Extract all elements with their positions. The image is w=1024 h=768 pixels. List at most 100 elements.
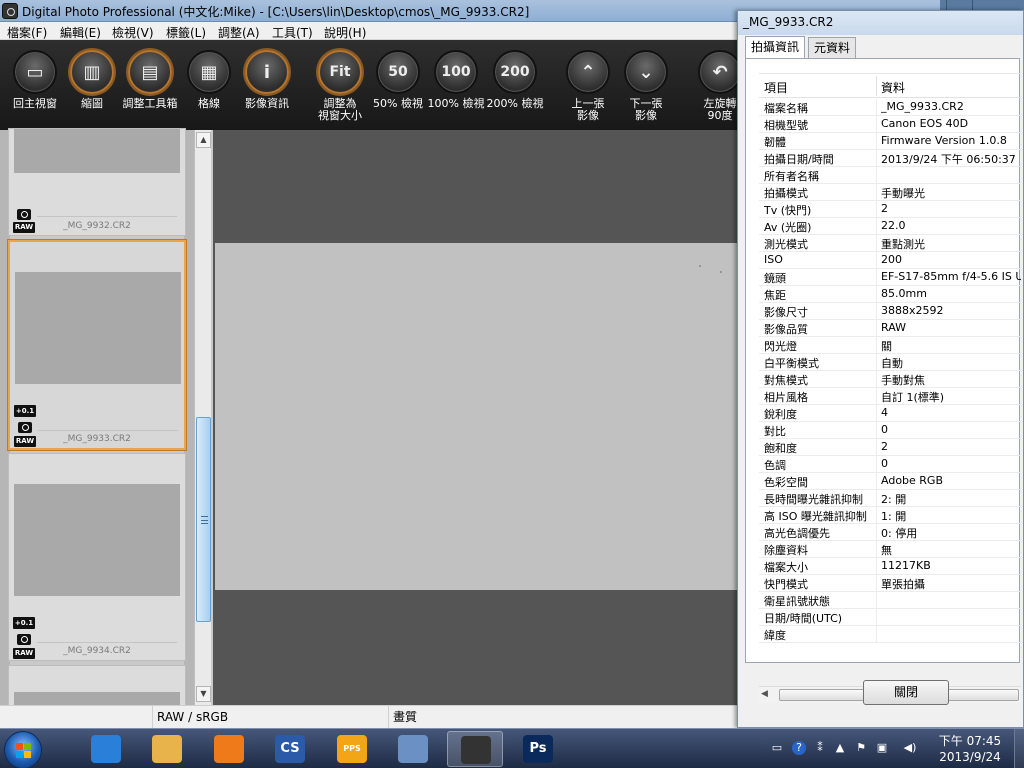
info-row[interactable]: 高 ISO 曝光雜訊抑制 1: 開 bbox=[759, 507, 1021, 524]
info-row[interactable]: 檔案大小 11217KB bbox=[759, 558, 1021, 575]
column-separator bbox=[876, 354, 877, 371]
info-row[interactable]: Av (光圈) 22.0 bbox=[759, 218, 1021, 235]
info-row[interactable]: 韌體 Firmware Version 1.0.8 bbox=[759, 133, 1021, 150]
thumbnail-image[interactable] bbox=[14, 484, 180, 596]
icon-glyph: 50 bbox=[388, 64, 408, 80]
help-icon[interactable]: ? bbox=[792, 741, 806, 755]
info-row[interactable]: 高光色調優先 0: 停用 bbox=[759, 524, 1021, 541]
preview-image[interactable] bbox=[215, 243, 740, 590]
image-viewer[interactable] bbox=[213, 130, 740, 705]
toolbar-button-next-image[interactable]: ⌄ 下一張 影像 bbox=[617, 50, 675, 122]
info-row[interactable]: 檔案名稱 _MG_9933.CR2 bbox=[759, 99, 1021, 116]
network-icon[interactable]: ▣ bbox=[875, 741, 889, 755]
dpp-app-icon[interactable] bbox=[2, 3, 18, 19]
info-row[interactable]: 快門模式 單張拍攝 bbox=[759, 575, 1021, 592]
info-item-label: 焦距 bbox=[764, 289, 786, 302]
show-hidden-icons-icon[interactable]: ▲ bbox=[833, 741, 847, 755]
toolbar-button-zoom-100[interactable]: 100 100% 檢視 bbox=[427, 50, 485, 110]
info-row[interactable]: 白平衡模式 自動 bbox=[759, 354, 1021, 371]
info-row[interactable]: 日期/時間(UTC) bbox=[759, 609, 1021, 626]
info-row[interactable]: 色彩空間 Adobe RGB bbox=[759, 473, 1021, 490]
taskbar-app-explorer-folder[interactable] bbox=[139, 731, 195, 767]
info-row[interactable]: 鏡頭 EF-S17-85mm f/4-5.6 IS USM bbox=[759, 269, 1021, 286]
zoom-200-icon: 200 bbox=[493, 50, 537, 94]
close-button[interactable]: 關閉 bbox=[863, 680, 949, 705]
toolbar-button-info[interactable]: i 影像資訊 bbox=[238, 50, 296, 110]
language-icon[interactable]: ⁑ bbox=[813, 741, 827, 755]
taskbar-app-paint[interactable] bbox=[385, 731, 441, 767]
tab-metadata[interactable]: 元資料 bbox=[808, 37, 857, 59]
info-row[interactable]: 拍攝日期/時間 2013/9/24 下午 06:50:37 bbox=[759, 150, 1021, 167]
info-item-label: 相片風格 bbox=[764, 391, 808, 404]
info-item-value: 關 bbox=[881, 340, 892, 353]
toolbar-button-prev-image[interactable]: ⌃ 上一張 影像 bbox=[559, 50, 617, 122]
toolbar-button-zoom-50[interactable]: 50 50% 檢視 bbox=[369, 50, 427, 110]
toolbar-button-zoom-200[interactable]: 200 200% 檢視 bbox=[486, 50, 544, 110]
thumbnail-card[interactable]: +0.1 RAW _MG_9934.CR2 bbox=[8, 453, 186, 661]
info-row[interactable]: 拍攝模式 手動曝光 bbox=[759, 184, 1021, 201]
menu-help[interactable]: 說明(H) bbox=[324, 24, 366, 41]
flag-notification-icon[interactable]: ⚑ bbox=[854, 741, 868, 755]
info-row[interactable]: 緯度 bbox=[759, 626, 1021, 643]
info-row[interactable]: ISO 200 bbox=[759, 252, 1021, 269]
toolbar-button-grid[interactable]: ▦ 格線 bbox=[180, 50, 238, 110]
taskbar-app-dpp-app[interactable] bbox=[447, 731, 503, 767]
toolbar-button-fit[interactable]: Fit 調整為 視窗大小 bbox=[311, 50, 369, 122]
info-row[interactable]: 相機型號 Canon EOS 40D bbox=[759, 116, 1021, 133]
scrollbar-thumb[interactable] bbox=[196, 417, 211, 622]
volume-icon[interactable]: ◀) bbox=[903, 741, 917, 755]
info-row[interactable]: 測光模式 重點測光 bbox=[759, 235, 1021, 252]
info-row[interactable]: Tv (快門) 2 bbox=[759, 201, 1021, 218]
header-value[interactable]: 資料 bbox=[881, 79, 905, 96]
keyboard-icon[interactable]: ▭ bbox=[770, 741, 784, 755]
taskbar-app-photoshop[interactable]: Ps bbox=[510, 731, 566, 767]
maximize-icon[interactable] bbox=[972, 0, 998, 10]
taskbar-app-ie[interactable] bbox=[78, 731, 134, 767]
info-row[interactable]: 對比 0 bbox=[759, 422, 1021, 439]
info-item-value: 200 bbox=[881, 253, 902, 266]
scroll-up-arrow-icon[interactable]: ▲ bbox=[196, 132, 211, 148]
toolbar-button-folder[interactable]: ▭ 回主視窗 bbox=[6, 50, 64, 110]
minimize-icon[interactable] bbox=[946, 0, 972, 10]
info-row[interactable]: 所有者名稱 bbox=[759, 167, 1021, 184]
thumbnail-image[interactable] bbox=[14, 129, 180, 173]
taskbar-clock[interactable]: 下午 07:45 2013/9/24 bbox=[930, 733, 1010, 765]
info-row[interactable]: 閃光燈 關 bbox=[759, 337, 1021, 354]
start-button[interactable] bbox=[4, 731, 42, 768]
info-row[interactable]: 衛星訊號狀態 bbox=[759, 592, 1021, 609]
info-row[interactable]: 焦距 85.0mm bbox=[759, 286, 1021, 303]
thumbnail-card-selected[interactable]: +0.1 RAW _MG_9933.CR2 bbox=[8, 240, 186, 450]
toolbar-label-line2: 影像 bbox=[635, 109, 657, 122]
info-row[interactable]: 除塵資料 無 bbox=[759, 541, 1021, 558]
toolbar-button-thumbnail[interactable]: ▥ 縮圖 bbox=[63, 50, 121, 110]
info-row[interactable]: 銳利度 4 bbox=[759, 405, 1021, 422]
adjust-tool-icon: ▤ bbox=[128, 50, 172, 94]
show-desktop-button[interactable] bbox=[1014, 729, 1024, 768]
info-row[interactable]: 色調 0 bbox=[759, 456, 1021, 473]
info-row[interactable]: 對焦模式 手動對焦 bbox=[759, 371, 1021, 388]
menu-edit[interactable]: 編輯(E) bbox=[60, 24, 101, 41]
scroll-left-arrow-icon[interactable]: ◀ bbox=[761, 689, 768, 699]
info-row[interactable]: 影像尺寸 3888x2592 bbox=[759, 303, 1021, 320]
taskbar-app-cs-app[interactable]: CS bbox=[262, 731, 318, 767]
info-row[interactable]: 相片風格 自訂 1(標準) bbox=[759, 388, 1021, 405]
menu-file[interactable]: 檔案(F) bbox=[7, 24, 47, 41]
menu-tools[interactable]: 工具(T) bbox=[272, 24, 313, 41]
menu-label[interactable]: 標籤(L) bbox=[166, 24, 206, 41]
toolbar-button-adjust-tool[interactable]: ▤ 調整工具箱 bbox=[121, 50, 179, 110]
menu-adjust[interactable]: 調整(A) bbox=[218, 24, 260, 41]
taskbar-app-media-player[interactable] bbox=[201, 731, 257, 767]
taskbar-app-pps-app[interactable]: PPS bbox=[324, 731, 380, 767]
tab-shooting-info[interactable]: 拍攝資訊 bbox=[745, 36, 806, 59]
scroll-down-arrow-icon[interactable]: ▼ bbox=[196, 686, 211, 702]
header-item[interactable]: 項目 bbox=[764, 79, 788, 96]
menu-view[interactable]: 檢視(V) bbox=[112, 24, 154, 41]
thumbnail-image[interactable] bbox=[15, 272, 181, 384]
info-row[interactable]: 長時間曝光雜訊抑制 2: 開 bbox=[759, 490, 1021, 507]
info-row[interactable]: 影像品質 RAW bbox=[759, 320, 1021, 337]
info-row[interactable]: 飽和度 2 bbox=[759, 439, 1021, 456]
thumbnail-card[interactable]: RAW _MG_9932.CR2 bbox=[8, 128, 186, 236]
info-item-label: 拍攝日期/時間 bbox=[764, 153, 834, 166]
thumbnail-scrollbar[interactable]: ▲ ▼ bbox=[194, 130, 211, 705]
column-separator[interactable] bbox=[876, 76, 877, 96]
